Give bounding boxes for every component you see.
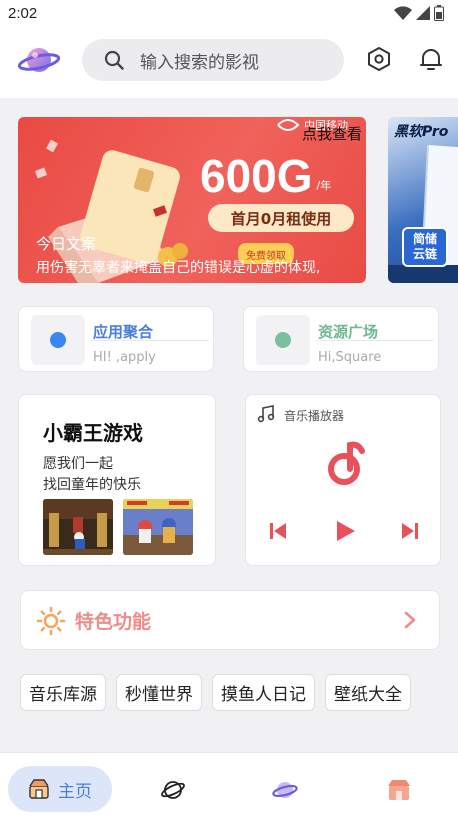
feature-label: 特色功能 bbox=[75, 611, 152, 633]
search-icon bbox=[104, 50, 124, 70]
wifi-icon bbox=[394, 6, 412, 20]
divider bbox=[91, 340, 209, 341]
music-note-icon bbox=[257, 405, 275, 423]
status-bar: 2:02 bbox=[0, 0, 458, 26]
banner-sub-pill: 首月0月租使用 bbox=[208, 204, 354, 232]
game-screenshot-2[interactable] bbox=[123, 499, 193, 555]
banner-view-link[interactable]: 点我查看 bbox=[302, 123, 362, 144]
card-icon-box bbox=[31, 315, 85, 365]
game-screenshot-1[interactable] bbox=[43, 499, 113, 555]
music-player-card[interactable]: 音乐播放器 bbox=[245, 394, 441, 566]
planet-logo-icon[interactable] bbox=[18, 42, 60, 78]
nav-home[interactable]: 主页 bbox=[8, 766, 112, 812]
quote-title: 今日文案 bbox=[36, 235, 97, 253]
tag-slacker-diary[interactable]: 摸鱼人日记 bbox=[212, 674, 315, 711]
card-resource-square[interactable]: 资源广场 Hi,Square bbox=[243, 306, 439, 372]
nav-store-icon[interactable] bbox=[386, 777, 412, 803]
promo-banner[interactable]: 中国移动 点我查看 600G /年 首月0月租使用 免费领取 今日文案 用伤害无… bbox=[18, 117, 366, 283]
search-placeholder: 输入搜索的影视 bbox=[140, 52, 259, 73]
nav-planet-color-icon[interactable] bbox=[272, 777, 298, 803]
previous-track-icon[interactable] bbox=[268, 521, 288, 541]
game-line1: 愿我们一起 bbox=[43, 456, 113, 472]
banner-headline: 600G /年 bbox=[200, 150, 332, 202]
card-title: 应用聚合 bbox=[93, 323, 154, 341]
status-time: 2:02 bbox=[8, 4, 38, 22]
divider bbox=[316, 340, 434, 341]
side-banner-badge: 简储云链 bbox=[402, 227, 448, 267]
feature-row[interactable]: 特色功能 bbox=[20, 590, 440, 650]
sun-icon bbox=[36, 606, 66, 636]
card-app-aggregate[interactable]: 应用聚合 HI! ,apply bbox=[18, 306, 214, 372]
tag-wallpapers[interactable]: 壁纸大全 bbox=[325, 674, 411, 711]
battery-icon bbox=[434, 5, 444, 21]
next-track-icon[interactable] bbox=[400, 521, 420, 541]
promo-banner-side[interactable]: 黑软Pro 简储云链 bbox=[388, 117, 458, 283]
tag-understand-world[interactable]: 秒懂世界 bbox=[116, 674, 202, 711]
china-mobile-logo-icon bbox=[277, 119, 300, 131]
bell-icon[interactable] bbox=[418, 46, 444, 72]
play-icon[interactable] bbox=[335, 519, 357, 543]
home-shop-icon bbox=[29, 779, 49, 799]
nav-home-label: 主页 bbox=[58, 781, 92, 802]
quick-tags: 音乐库源 秒懂世界 摸鱼人日记 壁纸大全 bbox=[20, 674, 411, 711]
tag-music-library[interactable]: 音乐库源 bbox=[20, 674, 106, 711]
game-line2: 找回童年的快乐 bbox=[43, 477, 141, 493]
nav-planet-outline-icon[interactable] bbox=[160, 777, 186, 803]
app-header: 输入搜索的影视 bbox=[0, 26, 458, 98]
card-title: 资源广场 bbox=[318, 323, 379, 341]
settings-hexagon-icon[interactable] bbox=[366, 46, 392, 72]
music-label: 音乐播放器 bbox=[284, 409, 345, 423]
search-bar[interactable]: 输入搜索的影视 bbox=[82, 39, 344, 81]
card-subtitle: Hi,Square bbox=[318, 350, 382, 365]
netease-music-logo-icon bbox=[328, 441, 365, 485]
green-dot-icon bbox=[275, 332, 291, 348]
chevron-right-icon bbox=[404, 611, 416, 629]
quote-text: 用伤害无辜者来掩盖自己的错误是心虚的体现, bbox=[36, 260, 321, 276]
blue-dot-icon bbox=[50, 332, 66, 348]
card-subtitle: HI! ,apply bbox=[93, 350, 156, 365]
signal-icon bbox=[416, 6, 430, 20]
status-icons bbox=[394, 5, 444, 21]
game-card[interactable]: 小霸王游戏 愿我们一起 找回童年的快乐 bbox=[18, 394, 216, 566]
card-icon-box bbox=[256, 315, 310, 365]
bottom-navigation: 主页 bbox=[0, 752, 458, 820]
game-title: 小霸王游戏 bbox=[43, 421, 143, 445]
